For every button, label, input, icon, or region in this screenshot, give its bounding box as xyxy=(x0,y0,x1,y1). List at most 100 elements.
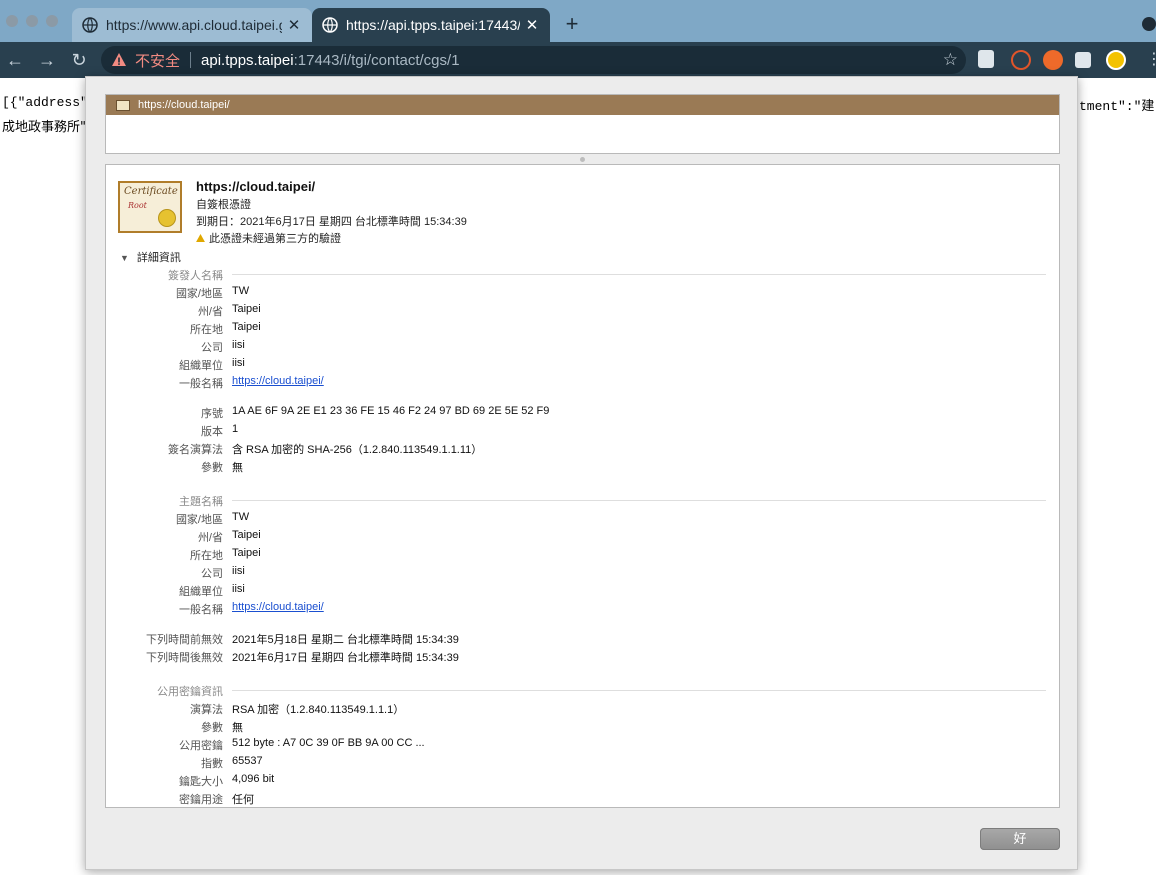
field-label: 參數 xyxy=(201,462,223,474)
section-issuer: 簽發人名稱 xyxy=(106,267,1059,282)
trust-warning: 此憑證未經過第三方的驗證 xyxy=(196,230,341,246)
subject-locality: 所在地 Taipei xyxy=(106,547,1059,563)
field-label: 公司 xyxy=(201,568,223,580)
url-path: :17443/i/tgi/contact/cgs/1 xyxy=(293,51,460,69)
certificate-chain-label: https://cloud.taipei/ xyxy=(138,99,230,111)
globe-icon xyxy=(82,17,98,33)
not-valid-before: 下列時間前無效 2021年5月18日 星期二 台北標準時間 15:34:39 xyxy=(106,631,1059,647)
issuer-org-unit: 組織單位 iisi xyxy=(106,357,1059,373)
certificate-chain-item[interactable]: https://cloud.taipei/ xyxy=(106,95,1059,115)
key-usage: 密鑰用途 任何 xyxy=(106,791,1059,807)
disclosure-triangle-icon[interactable]: ▼ xyxy=(120,253,129,263)
common-name-link[interactable]: https://cloud.taipei/ xyxy=(232,601,324,613)
reload-icon[interactable]: ↻ xyxy=(67,48,91,72)
subject-state: 州/省 Taipei xyxy=(106,529,1059,545)
divider xyxy=(232,690,1046,691)
subject-org-unit: 組織單位 iisi xyxy=(106,583,1059,599)
field-value: TW xyxy=(232,511,250,523)
field-label: 公用密鑰 xyxy=(179,740,223,752)
field-label: 下列時間前無效 xyxy=(146,634,223,646)
warning-triangle-icon xyxy=(196,234,205,242)
bookmark-star-icon[interactable]: ☆ xyxy=(943,50,958,70)
split-handle[interactable] xyxy=(580,157,585,162)
field-value: iisi xyxy=(232,357,245,369)
warning-triangle-icon[interactable] xyxy=(111,52,127,68)
field-label: 鑰匙大小 xyxy=(179,776,223,788)
field-value: Taipei xyxy=(232,547,261,559)
field-value: Taipei xyxy=(232,321,261,333)
back-arrow-icon[interactable]: ← xyxy=(3,48,27,72)
certificate-chain-list: https://cloud.taipei/ xyxy=(105,94,1060,154)
tab-api-cloud-taipei[interactable]: https://www.api.cloud.taipei.gc ✕ xyxy=(72,8,312,42)
field-label: 州/省 xyxy=(197,306,223,318)
profile-avatar[interactable] xyxy=(1106,50,1126,70)
certificate-details-pane[interactable]: Certificate Root https://cloud.taipei/ 自… xyxy=(105,164,1060,808)
field-label: 組織單位 xyxy=(179,360,223,372)
common-name-link[interactable]: https://cloud.taipei/ xyxy=(232,375,324,387)
key-exponent: 指數 65537 xyxy=(106,755,1059,771)
version: 版本 1 xyxy=(106,423,1059,439)
window-minimize-button[interactable] xyxy=(26,15,38,27)
section-public-key: 公用密鑰資訊 xyxy=(106,683,1059,698)
issuer-state: 州/省 Taipei xyxy=(106,303,1059,319)
extension-b-icon[interactable] xyxy=(1011,50,1031,70)
serial-number: 序號 1A AE 6F 9A 2E E1 23 36 FE 15 46 F2 24… xyxy=(106,405,1059,421)
subject-organization: 公司 iisi xyxy=(106,565,1059,581)
extensions-puzzle-icon[interactable] xyxy=(1075,52,1091,68)
extension-orange-icon[interactable] xyxy=(1043,50,1063,70)
field-value: iisi xyxy=(232,583,245,595)
menu-kebab-icon[interactable]: ⋮ xyxy=(1146,50,1156,70)
field-label: 公司 xyxy=(201,342,223,354)
window-zoom-button[interactable] xyxy=(46,15,58,27)
signature-algorithm: 簽名演算法含 RSA 加密的 SHA-256（1.2.840.113549.1.… xyxy=(106,441,1059,457)
field-value: 2021年6月17日 星期四 台北標準時間 15:34:39 xyxy=(232,652,459,664)
extension-shield-icon[interactable] xyxy=(978,50,994,68)
field-label: 國家/地區 xyxy=(175,288,223,300)
section-subject: 主題名稱 xyxy=(106,493,1059,508)
certificate-icon xyxy=(116,99,130,111)
signature-parameters: 參數無 xyxy=(106,459,1059,475)
divider xyxy=(232,500,1046,501)
tab-search-button[interactable] xyxy=(1142,17,1156,31)
forward-arrow-icon[interactable]: → xyxy=(35,48,59,72)
field-value: 無 xyxy=(232,462,243,474)
field-label: 一般名稱 xyxy=(179,604,223,616)
certificate-image-icon: Certificate Root xyxy=(118,181,182,233)
field-value: 4,096 bit xyxy=(232,773,275,785)
seal-icon xyxy=(158,209,176,227)
section-title: 公用密鑰資訊 xyxy=(157,686,223,698)
field-value: RSA 加密（1.2.840.113549.1.1.1） xyxy=(232,704,405,716)
window-close-button[interactable] xyxy=(6,15,18,27)
tab-close-icon[interactable]: ✕ xyxy=(286,16,302,34)
issuer-common-name: 一般名稱 https://cloud.taipei/ xyxy=(106,375,1059,391)
field-label: 簽名演算法 xyxy=(168,444,223,456)
field-label: 序號 xyxy=(201,408,223,420)
field-value: TW xyxy=(232,285,250,297)
field-value: 512 byte : A7 0C 39 0F BB 9A 00 CC ... xyxy=(232,737,425,749)
not-secure-label[interactable]: 不安全 xyxy=(135,50,180,71)
tab-api-tpps-taipei[interactable]: https://api.tpps.taipei:17443/i/ ✕ xyxy=(312,8,550,42)
new-tab-button[interactable]: + xyxy=(560,13,584,37)
json-text: tment":"建 xyxy=(1079,99,1155,114)
subject-country: 國家/地區 TW xyxy=(106,511,1059,527)
field-value: 含 RSA 加密的 SHA-256（1.2.840.113549.1.1.11） xyxy=(232,444,483,456)
field-value: 1 xyxy=(232,423,239,435)
certificate-image-title: Certificate xyxy=(124,186,178,197)
address-bar[interactable]: 不安全 api.tpps.taipei:17443/i/tgi/contact/… xyxy=(101,46,966,74)
field-label: 所在地 xyxy=(190,324,223,336)
field-label: 參數 xyxy=(201,722,223,734)
details-label: 詳細資訊 xyxy=(136,252,181,264)
url-host: api.tpps.taipei xyxy=(201,51,294,69)
browser-toolbar: ← → ↻ 不安全 api.tpps.taipei:17443/i/tgi/co… xyxy=(0,42,1156,78)
key-parameters: 參數無 xyxy=(106,719,1059,735)
ok-button[interactable]: 好 xyxy=(980,828,1060,850)
not-valid-after: 下列時間後無效 2021年6月17日 星期四 台北標準時間 15:34:39 xyxy=(106,649,1059,665)
trust-warning-text: 此憑證未經過第三方的驗證 xyxy=(209,233,341,245)
field-label: 州/省 xyxy=(197,532,223,544)
divider xyxy=(232,274,1046,275)
json-text: 成地政事務所" xyxy=(2,120,86,135)
tab-close-icon[interactable]: ✕ xyxy=(524,16,540,34)
certificate-image-sub: Root xyxy=(128,201,147,210)
details-disclosure[interactable]: ▼ 詳細資訊 xyxy=(120,249,181,265)
issuer-organization: 公司 iisi xyxy=(106,339,1059,355)
